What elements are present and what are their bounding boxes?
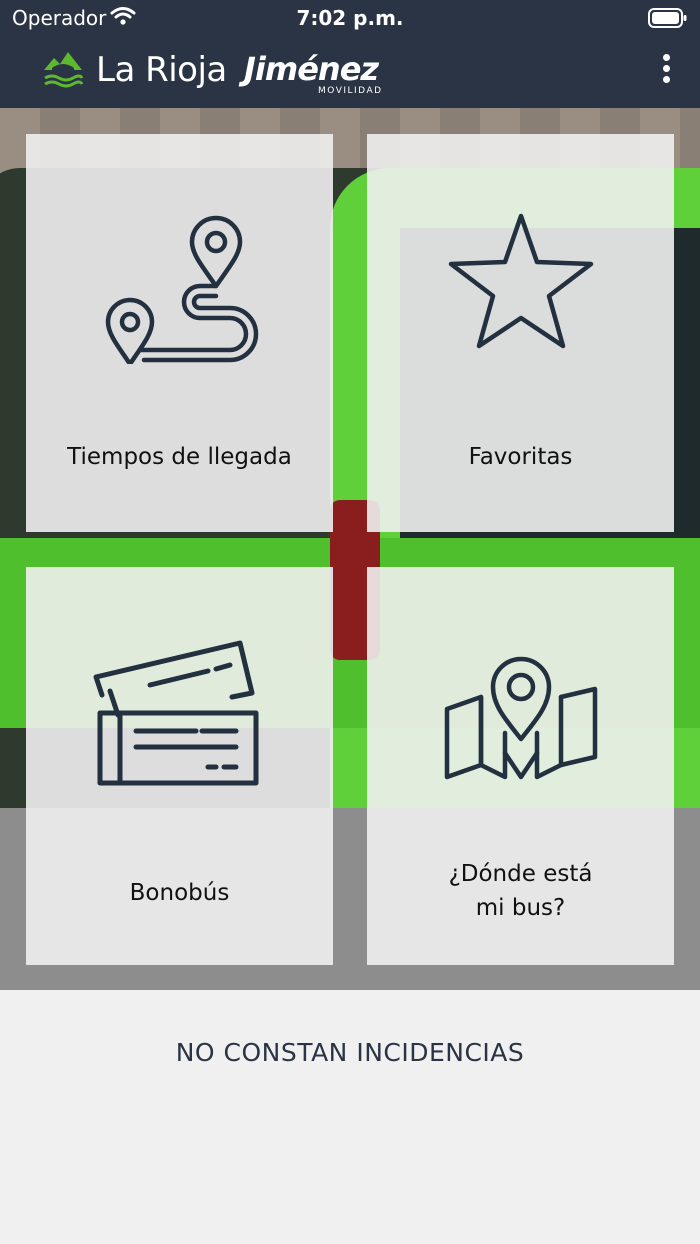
clock: 7:02 p.m. [296, 6, 404, 30]
status-bar: Operador 7:02 p.m. [0, 0, 700, 36]
jimenez-logo-text: Jiménez [244, 50, 379, 88]
battery-icon [648, 8, 688, 32]
tile-favoritas-label: Favoritas [468, 444, 573, 470]
tile-tiempos-de-llegada[interactable]: Tiempos de llegada [26, 134, 333, 532]
more-vertical-icon[interactable] [658, 54, 674, 88]
tile-donde-esta-mi-bus[interactable]: ¿Dónde está mi bus? [367, 567, 674, 965]
header: Operador 7:02 p.m. La Rioja Jiménez MOVI… [0, 0, 700, 108]
tile-donde-label-line2: mi bus? [475, 895, 566, 921]
tile-tiempos-label: Tiempos de llegada [67, 444, 292, 470]
app-bar: La Rioja Jiménez MOVILIDAD [0, 40, 700, 108]
tile-donde-label: ¿Dónde está mi bus? [367, 857, 674, 925]
la-rioja-logo-text: La Rioja [96, 50, 227, 90]
tile-bonobus-label: Bonobús [129, 880, 230, 906]
map-pin-icon [367, 649, 674, 789]
incidents-panel: NO CONSTAN INCIDENCIAS [0, 990, 700, 1244]
background-photo: Tiempos de llegada Favoritas Bonobús ¿Dó… [0, 108, 700, 990]
tile-donde-label-line1: ¿Dónde está [448, 861, 593, 887]
tile-favoritas[interactable]: Favoritas [367, 134, 674, 532]
la-rioja-logo-icon [42, 48, 84, 96]
ticket-icon [26, 635, 333, 795]
jimenez-logo-subtitle: MOVILIDAD [318, 86, 383, 96]
incidents-status: NO CONSTAN INCIDENCIAS [175, 1038, 525, 1067]
route-icon [26, 204, 333, 364]
tile-bonobus[interactable]: Bonobús [26, 567, 333, 965]
star-icon [367, 204, 674, 354]
